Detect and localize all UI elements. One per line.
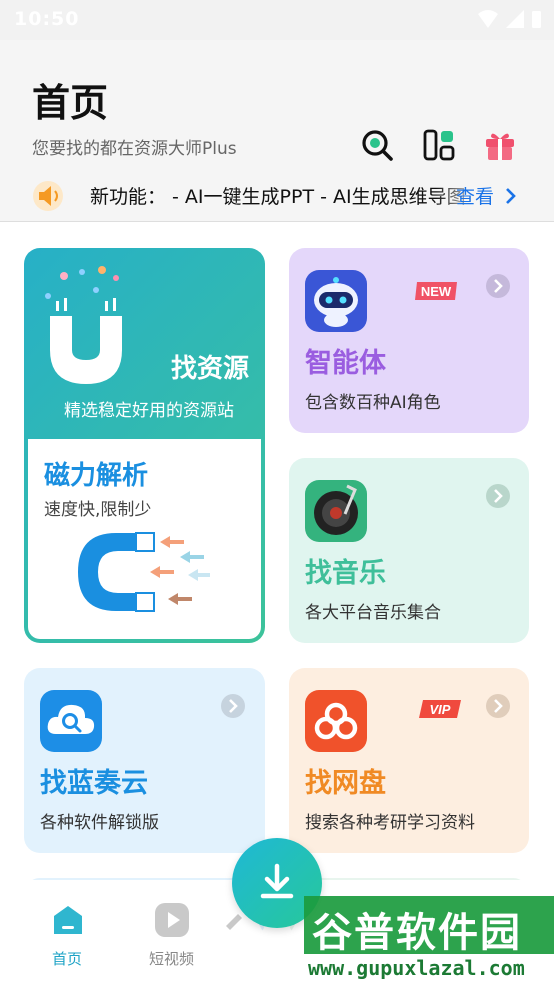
status-time: 10:50 [14,8,80,30]
netdisk-card[interactable]: VIP 找网盘 搜索各种考研学习资料 [289,668,529,853]
battery-icon [532,11,541,28]
notice-bar[interactable]: 新功能： - AI一键生成PPT - AI生成思维导图 查看 [32,176,522,216]
vip-badge: VIP [419,700,461,718]
music-title: 找音乐 [305,558,386,589]
home-icon [54,906,82,934]
lanzou-desc: 各种软件解锁版 [40,813,159,833]
lanzou-card[interactable]: 找蓝奏云 各种软件解锁版 [24,668,265,853]
agent-card[interactable]: NEW 智能体 包含数百种AI角色 [289,248,529,433]
netdisk-icon [305,690,367,752]
chevron-right-icon [221,694,245,718]
watermark-text: 谷普软件园 [312,910,522,956]
nav-item-home[interactable]: 首页 [38,896,98,976]
magnet-parse-title: 磁力解析 [44,461,149,491]
watermark-url: www.gupuxlazal.com [308,956,525,980]
notice-more-link[interactable]: 查看 [456,182,494,209]
music-card[interactable]: 找音乐 各大平台音乐集合 [289,458,529,643]
agent-desc: 包含数百种AI角色 [305,393,441,413]
new-badge: NEW [415,282,457,300]
header: 首页 您要找的都在资源大师Plus 新功能： - AI一键生成PPT - AI生… [0,40,554,222]
find-resources-subtitle: 精选稳定好用的资源站 [64,401,234,421]
magnet-parse-section[interactable]: 磁力解析 速度快,限制少 [28,439,261,639]
chevron-right-icon [506,188,516,204]
vip-badge-label: VIP [430,702,451,717]
vinyl-record-icon [305,480,367,542]
new-badge-label: NEW [421,284,452,299]
agent-title: 智能体 [305,348,386,379]
magnet-u-icon [45,266,122,384]
nav-label-short-video: 短视频 [149,950,195,968]
chevron-right-icon [486,694,510,718]
status-bar: 10:50 [0,0,554,40]
netdisk-desc: 搜索各种考研学习资料 [305,813,475,833]
watermark: 谷普软件园 www.gupuxlazal.com [304,896,554,984]
notice-text: 新功能： - AI一键生成PPT - AI生成思维导图 [90,186,466,208]
download-icon [260,863,294,899]
netdisk-title: 找网盘 [305,768,386,799]
magnet-parse-subtitle: 速度快,限制少 [44,500,152,520]
music-desc: 各大平台音乐集合 [305,603,441,623]
nav-item-short-video[interactable]: 短视频 [140,896,210,976]
robot-icon [305,270,367,332]
nav-label-home: 首页 [52,950,83,968]
page-subtitle: 您要找的都在资源大师Plus [32,139,237,159]
wifi-icon [478,10,498,28]
magnet-icon [78,532,210,612]
page-title: 首页 [32,81,109,125]
find-resources-title: 找资源 [170,354,249,384]
system-status-icons [478,10,541,28]
chevron-right-icon [486,484,510,508]
lanzou-title: 找蓝奏云 [40,768,148,799]
speaker-icon [33,181,63,211]
cloud-search-icon [40,690,102,752]
chevron-right-icon [486,274,510,298]
search-icon[interactable] [360,128,394,162]
find-resources-card[interactable]: 找资源 精选稳定好用的资源站 磁力解析 速度快,限制少 [24,248,265,643]
layout-grid-icon[interactable] [422,128,456,162]
signal-icon [506,10,524,28]
play-icon [155,903,189,937]
gift-icon[interactable] [483,128,517,162]
